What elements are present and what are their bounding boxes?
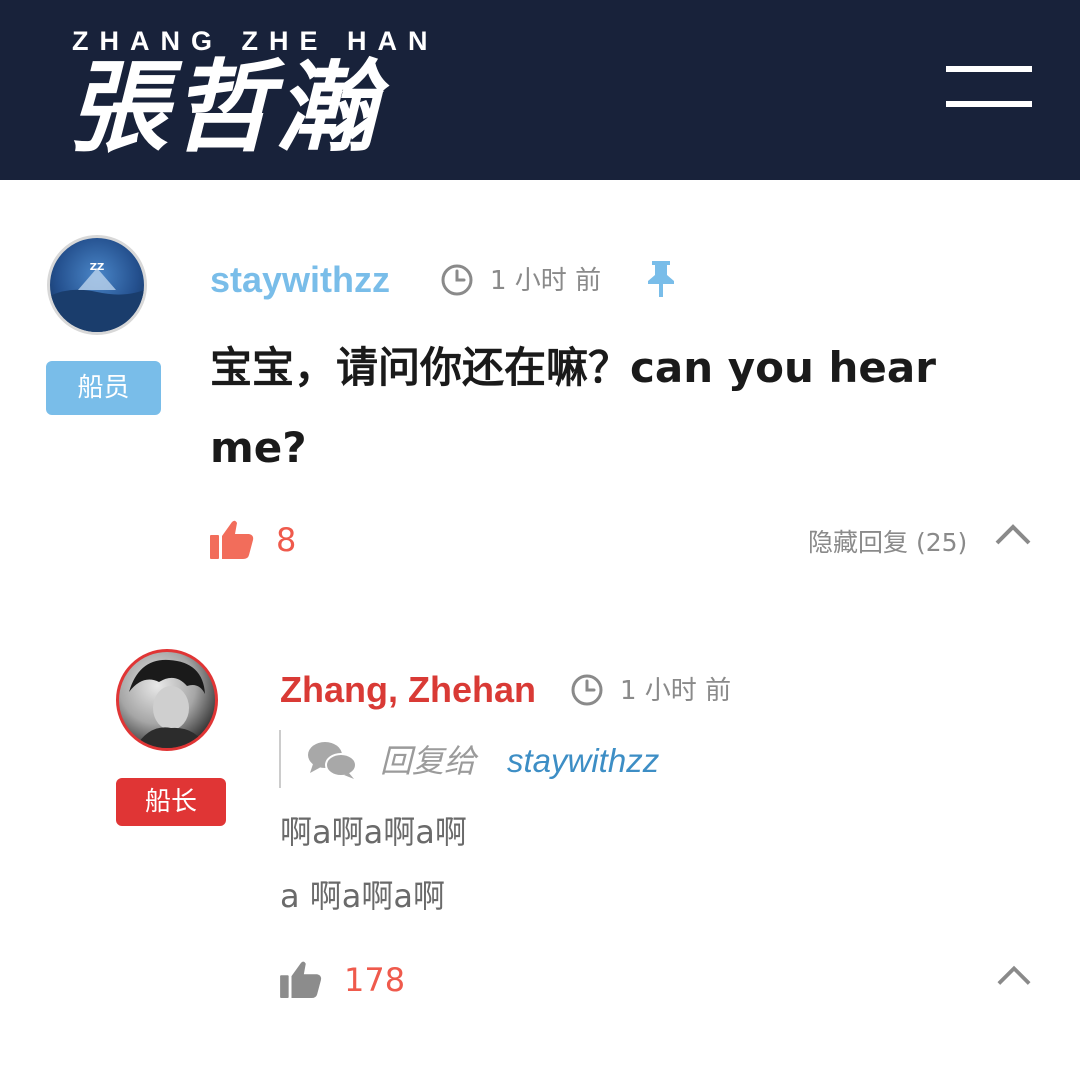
reply-timestamp: 1 小时 前 <box>620 676 732 706</box>
like-count: 178 <box>344 961 406 999</box>
avatar-image: ZZ <box>50 262 144 332</box>
site-header: ZHANG ZHE HAN 張哲瀚 <box>0 0 1080 180</box>
svg-text:ZZ: ZZ <box>90 262 105 273</box>
menu-bar <box>946 66 1032 72</box>
chevron-up-icon[interactable] <box>994 522 1032 546</box>
thumbs-up-icon[interactable] <box>210 519 254 559</box>
avatar-image <box>129 659 207 748</box>
comment-text: 宝宝，请问你还在嘛？can you hear me? <box>210 343 936 472</box>
avatar[interactable]: ZZ <box>47 235 147 335</box>
brand-logo-chinese[interactable]: 張哲瀚 <box>68 52 380 162</box>
reply-text-line: a 啊a啊a啊 <box>280 877 446 915</box>
hide-replies-link[interactable]: 隐藏回复 (25) <box>808 528 967 558</box>
menu-bar <box>946 101 1032 107</box>
comment-timestamp: 1 小时 前 <box>490 266 602 296</box>
comments-icon <box>308 742 357 779</box>
clock-icon <box>441 264 473 296</box>
role-badge: 船员 <box>46 361 161 415</box>
reply-username[interactable]: Zhang, Zhehan <box>280 670 536 710</box>
pin-icon <box>648 261 674 297</box>
chevron-up-icon[interactable] <box>996 963 1032 987</box>
reply-to-username[interactable]: staywithzz <box>507 742 659 780</box>
comment-username[interactable]: staywithzz <box>210 260 390 300</box>
role-badge: 船长 <box>116 778 226 826</box>
reply-text-line: 啊a啊a啊a啊 <box>280 813 467 851</box>
clock-icon <box>571 674 603 706</box>
hamburger-menu-icon[interactable] <box>946 66 1032 110</box>
avatar[interactable] <box>116 649 218 751</box>
thumbs-up-icon[interactable] <box>280 960 322 998</box>
reply-to-label: 回复给 <box>380 742 477 780</box>
reply-to-quote-bar <box>279 730 281 788</box>
like-count: 8 <box>276 521 297 559</box>
